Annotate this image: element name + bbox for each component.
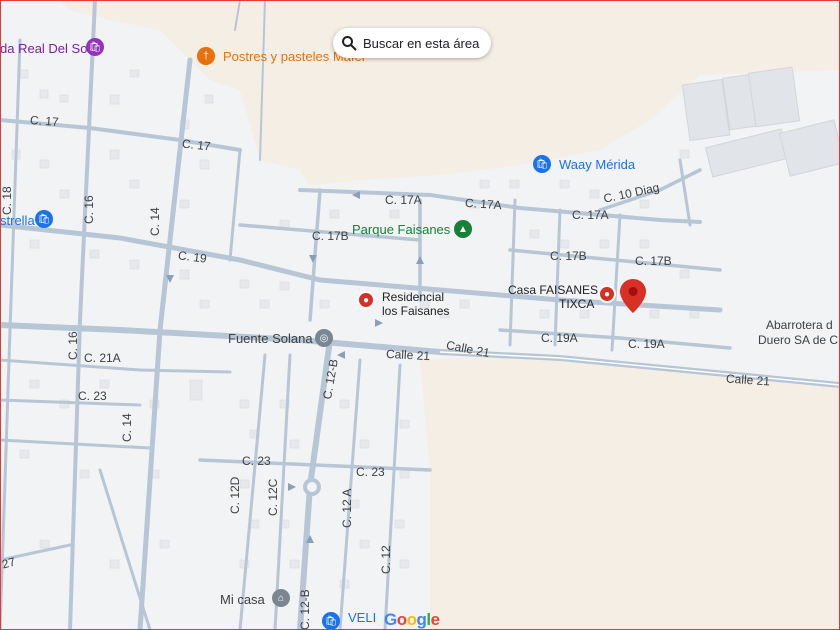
street-label-c12d: C. 12D [228,476,242,514]
place-label-line1: Abarrotera d [766,318,833,332]
fountain-icon: ◎ [315,329,333,347]
shopping-bag-icon: 🛍 [86,38,104,56]
street-label-c19a: C. 19A [628,337,665,351]
street-label-c12b: C. 12-B [298,589,312,630]
tree-icon: ▲ [454,220,472,238]
place-label: da Real Del Sol [0,41,91,56]
pin-icon: ● [598,285,616,303]
map-canvas[interactable]: C. 17 C. 17 C. 18 C. 16 C. 14 C. 19 C. 1… [0,0,840,630]
search-this-area-label: Buscar en esta área [363,35,480,51]
street-label-c16: C. 16 [66,331,80,360]
place-label: VELI [348,610,377,625]
place-label-line2: TIXCA [559,297,595,311]
street-label-c23: C. 23 [356,465,385,479]
street-label-c12c: C. 12C [266,478,280,516]
place-label: strella [0,213,35,228]
shopping-bag-icon: 🛍 [533,155,551,173]
shopping-bag-icon: 🛍 [322,612,340,630]
street-label-c16: C. 16 [82,195,96,224]
place-label: Fuente Solana [228,331,313,346]
place-label: Waay Mérida [559,157,636,172]
street-label-calle21: Calle 21 [385,346,431,364]
street-label-c19a: C. 19A [541,331,578,345]
place-label: Parque Faisanes [352,222,451,237]
street-label-c17a: C. 17A [572,208,609,222]
street-label-calle21: Calle 21 [725,371,771,389]
fork-knife-icon: † [197,47,215,65]
place-label-line2: Duero SA de C [758,333,839,347]
place-label-line1: Residencial [382,290,445,304]
street-label-c12a: C. 12 A [340,488,354,528]
street-label-c23: C. 23 [78,389,107,403]
street-label-c17: C. 17 [29,113,60,129]
street-label-c12: C. 12 [379,545,393,574]
street-label-c14: C. 14 [120,413,134,442]
street-label-c17a: C. 17A [464,195,503,213]
street-label-c17b: C. 17B [635,254,672,268]
street-label-c17b: C. 17B [550,249,587,263]
street-label-c17: C. 17 [181,136,212,154]
street-label-c14: C. 14 [148,207,162,236]
street-label-c21a: C. 21A [84,351,121,365]
shopping-bag-icon: 🛍 [35,210,53,228]
search-this-area-button[interactable]: Buscar en esta área [333,28,492,58]
google-logo: Google [384,610,440,629]
pin-icon: ● [357,291,375,309]
street-label-c17a: C. 17A [385,193,422,207]
place-label: Mi casa [220,592,265,607]
street-label-c18: C. 18 [0,186,14,215]
street-label-c17b: C. 17B [312,229,349,243]
place-label-line1: Casa FAISANES [508,283,599,297]
search-icon [342,36,357,51]
place-label-line2: los Faisanes [382,304,450,318]
selected-location-pin-icon[interactable] [620,279,646,313]
street-label-c23: C. 23 [242,454,271,468]
home-icon: ⌂ [272,589,290,607]
